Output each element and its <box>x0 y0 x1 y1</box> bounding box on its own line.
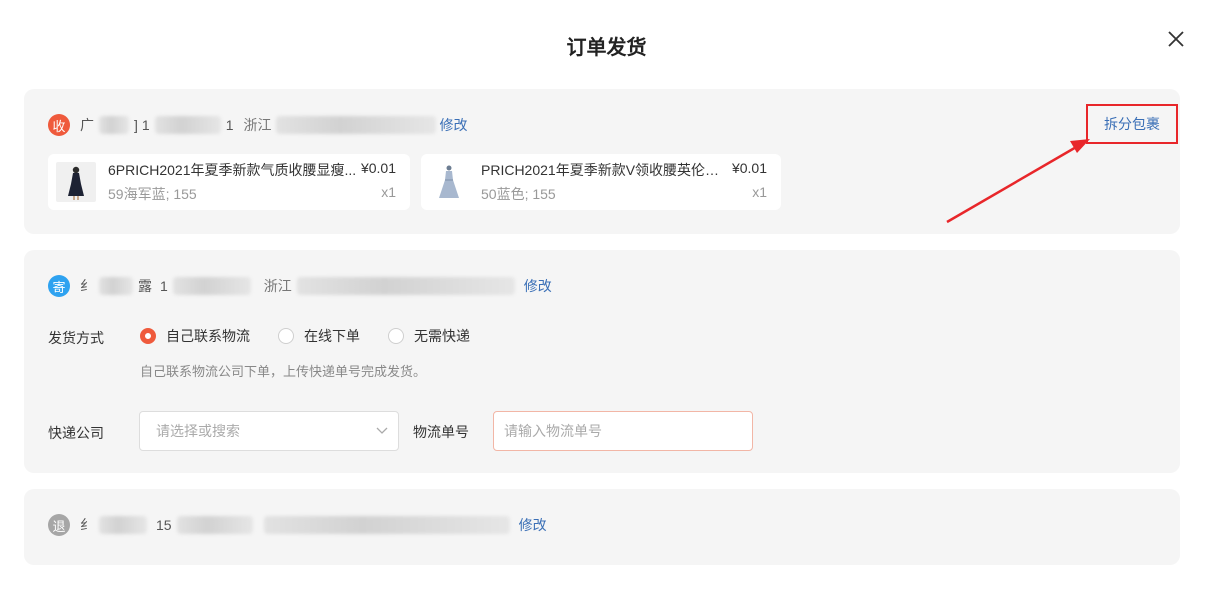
product-price: ¥0.01 <box>731 160 767 176</box>
redacted-name <box>99 277 133 295</box>
dialog-title: 订单发货 <box>566 37 647 59</box>
redacted-phone <box>176 516 253 534</box>
shipping-method-group: 自己联系物流 在线下单 无需快递 <box>140 326 498 346</box>
sender-phone-head: 1 <box>160 278 168 294</box>
courier-company-label: 快递公司 <box>48 425 104 441</box>
sender-address-head: 浙江 <box>263 278 292 294</box>
return-edit-link[interactable]: 修改 <box>519 515 547 535</box>
radio-selected-icon <box>140 328 156 344</box>
sender-name-fragment: 纟 <box>80 278 94 294</box>
return-badge: 退 <box>48 514 70 536</box>
return-name-fragment: 纟 <box>80 517 94 533</box>
sender-edit-link[interactable]: 修改 <box>524 276 552 296</box>
sender-badge: 寄 <box>48 275 70 297</box>
shipping-method-label: 发货方式 <box>48 330 104 346</box>
receiver-name-fragment: 广 <box>80 117 94 133</box>
return-phone-head: 15 <box>156 517 172 533</box>
receiver-card: 收 广 ] 1 1 浙江 修改 拆分包裹 6PRICH2021年夏季新款气质收腰… <box>24 89 1180 234</box>
product-qty: x1 <box>381 184 396 200</box>
receiver-phone-tail: 1 <box>225 117 234 133</box>
receiver-phone-head: 1 <box>141 117 150 133</box>
courier-company-select[interactable]: 请选择或搜索 <box>139 411 399 451</box>
redacted-address <box>296 277 515 295</box>
product-card[interactable]: 6PRICH2021年夏季新款气质收腰显瘦... ¥0.01 59海军蓝; 15… <box>48 154 410 210</box>
redacted-address <box>276 116 437 134</box>
radio-unselected-icon <box>388 328 404 344</box>
tracking-number-label: 物流单号 <box>413 424 469 440</box>
product-spec: 50蓝色; 155 <box>481 186 556 202</box>
radio-label: 自己联系物流 <box>166 328 250 344</box>
product-thumb-blue-dress-icon <box>429 162 469 202</box>
redacted-address <box>263 516 510 534</box>
product-spec: 59海军蓝; 155 <box>108 186 197 202</box>
tracking-number-input[interactable] <box>493 411 753 451</box>
redacted-phone <box>172 277 251 295</box>
sender-name-tail: 露 <box>138 278 152 294</box>
receiver-name-tail: ] <box>134 117 138 133</box>
receiver-address-head: 浙江 <box>243 117 272 133</box>
receiver-address-row: 收 广 ] 1 1 浙江 修改 <box>48 114 467 136</box>
product-name: PRICH2021年夏季新款V领收腰英伦风... <box>481 162 728 178</box>
radio-online-order[interactable]: 在线下单 <box>278 326 360 346</box>
redacted-phone <box>154 116 221 134</box>
radio-self-logistics[interactable]: 自己联系物流 <box>140 326 250 346</box>
return-address-card: 退 纟 15 修改 <box>24 489 1180 565</box>
product-qty: x1 <box>752 184 767 200</box>
split-package-button[interactable]: 拆分包裹 <box>1086 104 1178 144</box>
radio-no-express[interactable]: 无需快递 <box>388 326 470 346</box>
product-card[interactable]: PRICH2021年夏季新款V领收腰英伦风... ¥0.01 50蓝色; 155… <box>421 154 781 210</box>
courier-company-placeholder: 请选择或搜索 <box>156 423 240 439</box>
redacted-name <box>99 516 147 534</box>
redacted-name <box>99 116 129 134</box>
shipping-hint: 自己联系物流公司下单，上传快递单号完成发货。 <box>140 364 427 379</box>
product-price: ¥0.01 <box>360 160 396 176</box>
sender-card: 寄 纟 露 1 浙江 修改 发货方式 自己联系物流 在线下单 无需快递 自己联系… <box>24 250 1180 473</box>
radio-label: 在线下单 <box>304 328 360 344</box>
receiver-badge: 收 <box>48 114 70 136</box>
sender-address-row: 寄 纟 露 1 浙江 修改 <box>48 275 552 297</box>
return-address-row: 退 纟 15 修改 <box>48 514 547 536</box>
product-name: 6PRICH2021年夏季新款气质收腰显瘦... <box>108 162 357 178</box>
chevron-down-icon <box>376 427 388 434</box>
radio-label: 无需快递 <box>414 328 470 344</box>
close-icon[interactable] <box>1164 27 1188 51</box>
radio-unselected-icon <box>278 328 294 344</box>
receiver-edit-link[interactable]: 修改 <box>439 115 467 135</box>
product-thumb-dark-dress-icon <box>56 162 96 202</box>
